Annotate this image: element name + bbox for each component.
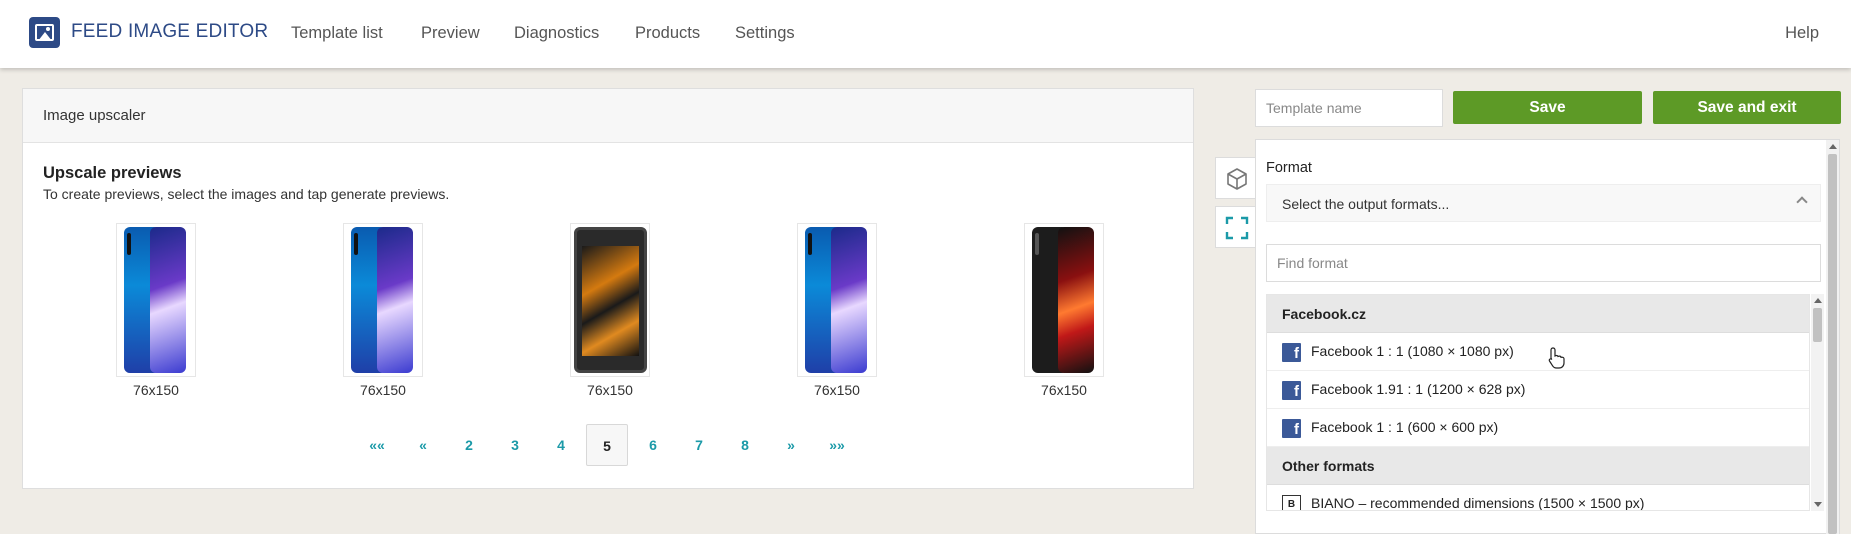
nav-template-list[interactable]: Template list: [291, 24, 383, 43]
format-option[interactable]: f Facebook 1 : 1 (600 × 600 px): [1267, 409, 1809, 447]
hand-cursor-icon: [1548, 347, 1565, 369]
pager-page-6[interactable]: 6: [632, 424, 674, 466]
template-name-input[interactable]: [1255, 89, 1443, 127]
nav-preview[interactable]: Preview: [421, 24, 480, 43]
format-option-label: Facebook 1 : 1 (600 × 600 px): [1311, 419, 1499, 436]
panel-scrollbar[interactable]: [1826, 140, 1839, 534]
section-title: Upscale previews: [43, 164, 182, 182]
nav-diagnostics[interactable]: Diagnostics: [514, 24, 599, 43]
biano-icon: B: [1282, 495, 1301, 510]
save-and-exit-button[interactable]: Save and exit: [1653, 91, 1841, 124]
format-option-label: BIANO – recommended dimensions (1500 × 1…: [1311, 495, 1645, 511]
panel-header: Image upscaler: [23, 89, 1193, 143]
format-panel: Format Select the output formats... Face…: [1255, 139, 1840, 534]
format-group-header: Other formats: [1267, 447, 1809, 485]
facebook-icon: f: [1282, 343, 1301, 362]
facebook-icon: f: [1282, 419, 1301, 438]
cube-tool-button[interactable]: [1215, 157, 1257, 199]
preview-thumbnail[interactable]: [1024, 223, 1104, 377]
app-logo-icon[interactable]: [29, 17, 60, 48]
save-button[interactable]: Save: [1453, 91, 1642, 124]
cube-icon: [1227, 168, 1247, 190]
app-title[interactable]: FEED IMAGE EDITOR: [71, 21, 268, 43]
pager-page-7[interactable]: 7: [678, 424, 720, 466]
nav-products[interactable]: Products: [635, 24, 700, 43]
format-list: Facebook.cz f Facebook 1 : 1 (1080 × 1080…: [1266, 294, 1810, 511]
facebook-icon: f: [1282, 381, 1301, 400]
find-format-input[interactable]: [1266, 244, 1821, 282]
fullscreen-tool-button[interactable]: [1215, 206, 1257, 248]
format-option-label: Facebook 1.91 : 1 (1200 × 628 px): [1311, 381, 1526, 398]
format-option[interactable]: f Facebook 1.91 : 1 (1200 × 628 px): [1267, 371, 1809, 409]
pager-next[interactable]: »: [770, 424, 812, 466]
format-option[interactable]: B BIANO – recommended dimensions (1500 × …: [1267, 485, 1809, 511]
thumbnail-label: 76x150: [133, 382, 179, 398]
fullscreen-icon: [1225, 216, 1249, 240]
nav-help[interactable]: Help: [1785, 24, 1819, 43]
thumbnail-label: 76x150: [360, 382, 406, 398]
format-select-placeholder: Select the output formats...: [1282, 196, 1450, 212]
pager-page-5-active[interactable]: 5: [586, 424, 628, 466]
top-navbar: FEED IMAGE EDITOR Template list Preview …: [0, 0, 1851, 68]
preview-thumbnail[interactable]: [343, 223, 423, 377]
pager-first[interactable]: ««: [356, 424, 398, 466]
preview-thumbnail[interactable]: [797, 223, 877, 377]
pager-page-4[interactable]: 4: [540, 424, 582, 466]
format-label: Format: [1266, 160, 1312, 176]
format-option-label: Facebook 1 : 1 (1080 × 1080 px): [1311, 343, 1514, 360]
nav-settings[interactable]: Settings: [735, 24, 795, 43]
thumbnail-label: 76x150: [814, 382, 860, 398]
pager-page-3[interactable]: 3: [494, 424, 536, 466]
pager-last[interactable]: »»: [816, 424, 858, 466]
format-group-header: Facebook.cz: [1267, 295, 1809, 333]
format-select[interactable]: Select the output formats...: [1266, 184, 1821, 222]
image-upscaler-panel: Image upscaler Upscale previews To creat…: [22, 88, 1194, 489]
pager-page-8[interactable]: 8: [724, 424, 766, 466]
section-description: To create previews, select the images an…: [43, 186, 450, 202]
preview-thumbnail[interactable]: [116, 223, 196, 377]
pager-page-2[interactable]: 2: [448, 424, 490, 466]
thumbnail-label: 76x150: [587, 382, 633, 398]
thumbnail-label: 76x150: [1041, 382, 1087, 398]
format-list-scrollbar[interactable]: [1811, 294, 1824, 511]
pager-prev[interactable]: «: [402, 424, 444, 466]
format-option[interactable]: f Facebook 1 : 1 (1080 × 1080 px): [1267, 333, 1809, 371]
preview-thumbnail[interactable]: [570, 223, 650, 377]
chevron-up-icon: [1796, 196, 1808, 208]
